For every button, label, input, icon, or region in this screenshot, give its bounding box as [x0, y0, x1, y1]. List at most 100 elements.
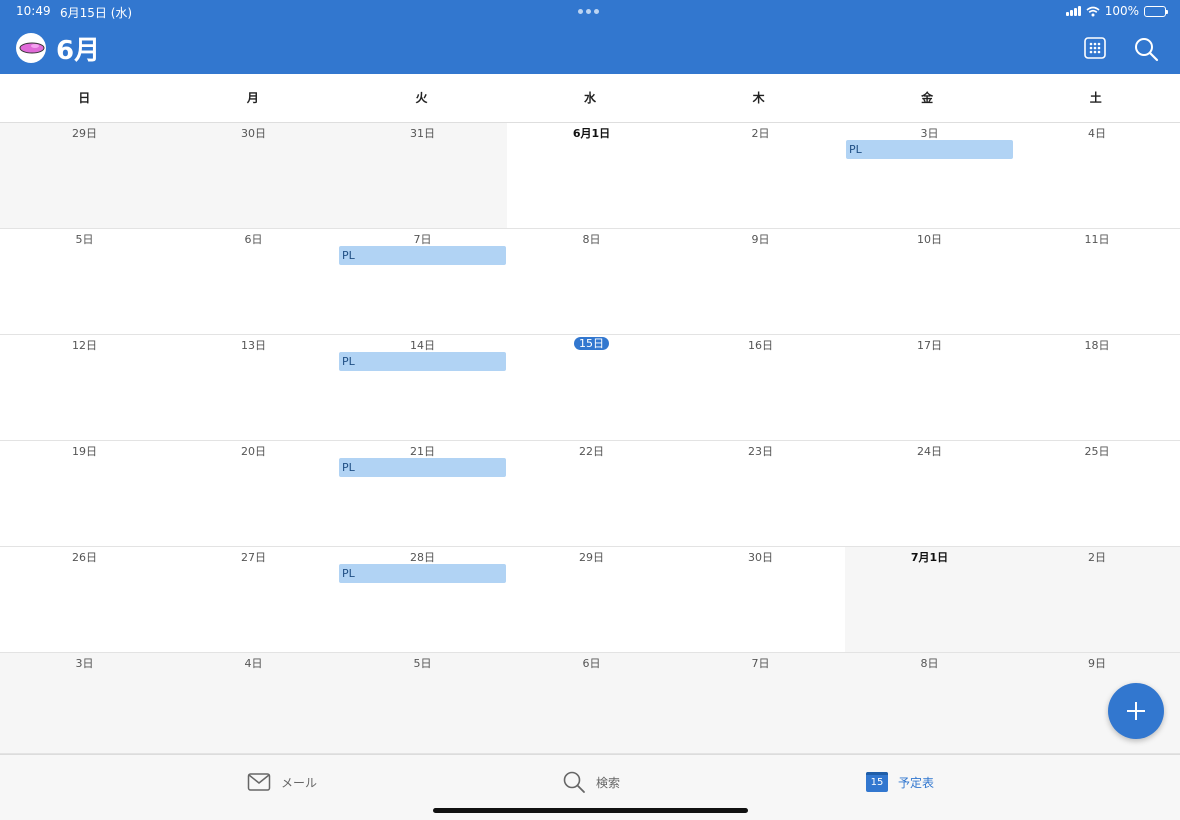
tab-search[interactable]: 検索 — [562, 769, 620, 795]
day-number: 25日 — [1084, 445, 1110, 458]
event-chip[interactable]: PL — [339, 352, 506, 371]
day-number: 24日 — [917, 445, 942, 458]
day-number: 9日 — [751, 233, 770, 246]
weekday-label: 月 — [246, 91, 259, 105]
day-cell[interactable]: 30日 — [676, 547, 845, 652]
day-cell[interactable]: 13日 — [169, 335, 338, 440]
day-cell[interactable]: 6月1日 — [507, 123, 676, 228]
day-cell[interactable]: 27日 — [169, 547, 338, 652]
day-cell[interactable]: 2日 — [1014, 547, 1180, 652]
day-cell[interactable]: 14日 — [338, 335, 507, 440]
day-cell[interactable]: 7日 — [676, 653, 845, 753]
day-number: 15日 — [507, 337, 676, 350]
battery-icon — [1144, 5, 1168, 17]
weekday-label: 金 — [921, 91, 934, 105]
day-cell[interactable]: 3日 — [0, 653, 169, 753]
day-cell[interactable]: 17日 — [845, 335, 1014, 440]
day-cell[interactable]: 6日 — [507, 653, 676, 753]
day-cell[interactable]: 4日 — [1014, 123, 1180, 228]
event-chip[interactable]: PL — [339, 246, 506, 265]
week-row: 19日 20日 21日 22日 23日 24日 25日 PL — [0, 441, 1180, 547]
day-cell[interactable]: 23日 — [676, 441, 845, 546]
event-chip[interactable]: PL — [339, 458, 506, 477]
day-number: 18日 — [1084, 339, 1110, 352]
day-cell[interactable]: 6日 — [169, 229, 338, 334]
day-number: 3日 — [75, 657, 94, 670]
day-cell[interactable]: 8日 — [845, 653, 1014, 753]
day-cell[interactable]: 4日 — [169, 653, 338, 753]
day-cell[interactable]: 3日 — [845, 123, 1014, 228]
day-cell[interactable]: 7日 — [338, 229, 507, 334]
day-cell[interactable]: 24日 — [845, 441, 1014, 546]
day-number: 6月1日 — [572, 127, 611, 140]
day-cell[interactable]: 16日 — [676, 335, 845, 440]
day-cell[interactable]: 9日 — [676, 229, 845, 334]
tab-mail[interactable]: メール — [247, 769, 317, 795]
tab-search-label: 検索 — [596, 775, 621, 790]
app-header: 10:49 6月15日 (水) 100% 6月 — [0, 0, 1180, 74]
weekday-label: 日 — [78, 91, 91, 105]
day-cell[interactable]: 8日 — [507, 229, 676, 334]
event-chip[interactable]: PL — [846, 140, 1013, 159]
day-cell[interactable]: 31日 — [338, 123, 507, 228]
day-cell[interactable]: 15日 — [507, 335, 676, 440]
tab-mail-label: メール — [281, 775, 318, 790]
day-number: 19日 — [72, 445, 97, 458]
day-cell[interactable]: 30日 — [169, 123, 338, 228]
day-number: 23日 — [748, 445, 773, 458]
day-number: 30日 — [241, 127, 266, 140]
day-number: 20日 — [241, 445, 266, 458]
day-number: 7月1日 — [910, 551, 949, 564]
day-cell[interactable]: 28日 — [338, 547, 507, 652]
week-row: 3日 4日 5日 6日 7日 8日 9日 — [0, 653, 1180, 754]
grid-icon[interactable] — [1083, 36, 1109, 62]
day-cell[interactable]: 11日 — [1014, 229, 1180, 334]
weekday-label: 火 — [415, 91, 428, 105]
day-cell[interactable]: 5日 — [0, 229, 169, 334]
day-cell[interactable]: 20日 — [169, 441, 338, 546]
day-cell[interactable]: 5日 — [338, 653, 507, 753]
day-number: 7日 — [751, 657, 770, 670]
status-date: 6月15日 (水) — [60, 6, 133, 20]
multitasking-dots[interactable] — [578, 9, 599, 14]
day-number: 14日 — [410, 339, 435, 352]
day-cell[interactable]: 21日 — [338, 441, 507, 546]
day-number: 6日 — [582, 657, 601, 670]
day-cell[interactable]: 22日 — [507, 441, 676, 546]
day-cell[interactable]: 29日 — [0, 123, 169, 228]
day-number: 27日 — [241, 551, 266, 564]
day-number: 16日 — [748, 339, 773, 352]
day-cell[interactable]: 2日 — [676, 123, 845, 228]
search-icon[interactable] — [1133, 36, 1159, 62]
day-cell[interactable]: 26日 — [0, 547, 169, 652]
day-cell[interactable]: 12日 — [0, 335, 169, 440]
wifi-icon — [1086, 6, 1100, 16]
day-cell[interactable]: 7月1日 — [845, 547, 1014, 652]
day-number: 5日 — [75, 233, 94, 246]
day-number: 12日 — [72, 339, 97, 352]
day-cell[interactable]: 18日 — [1014, 335, 1180, 440]
day-number: 26日 — [72, 551, 97, 564]
day-number: 10日 — [917, 233, 942, 246]
calendar-icon: 15 — [866, 772, 888, 792]
day-cell[interactable]: 19日 — [0, 441, 169, 546]
day-cell[interactable]: 25日 — [1014, 441, 1180, 546]
tab-calendar[interactable]: 15 予定表 — [866, 769, 934, 795]
avatar[interactable] — [16, 33, 46, 63]
event-chip[interactable]: PL — [339, 564, 506, 583]
month-grid: 29日 30日 31日 6月1日 2日 3日 4日 PL 5日 6日 7日 8日 9日 10日 11日 PL 1… — [0, 123, 1180, 754]
home-indicator[interactable] — [433, 808, 748, 813]
day-number: 5日 — [413, 657, 432, 670]
day-number: 29日 — [579, 551, 604, 564]
weekday-label: 木 — [752, 91, 765, 105]
week-row: 29日 30日 31日 6月1日 2日 3日 4日 PL — [0, 123, 1180, 229]
weekday-label: 土 — [1089, 91, 1102, 105]
day-number: 21日 — [410, 445, 435, 458]
day-number: 29日 — [72, 127, 97, 140]
day-cell[interactable]: 29日 — [507, 547, 676, 652]
day-cell[interactable]: 10日 — [845, 229, 1014, 334]
mail-icon — [247, 773, 271, 791]
new-event-button[interactable] — [1108, 683, 1164, 739]
status-time: 10:49 — [16, 4, 51, 18]
today-badge: 15日 — [574, 337, 609, 350]
